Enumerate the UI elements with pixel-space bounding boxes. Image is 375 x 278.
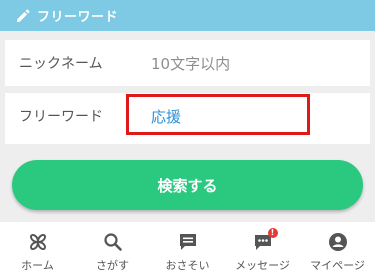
freeword-input[interactable]: 応援 — [151, 106, 181, 127]
tab-message-label: メッセージ — [235, 259, 290, 272]
row-divider — [5, 86, 370, 93]
search-form: ニックネーム 10文字以内 フリーワード 応援 — [5, 40, 370, 144]
user-icon — [328, 233, 347, 251]
search-icon — [103, 233, 122, 251]
tab-home[interactable]: ホーム — [0, 222, 75, 278]
freeword-label: フリーワード — [19, 109, 103, 125]
message-badge: ! — [267, 228, 278, 238]
tab-message[interactable]: ! メッセージ — [225, 222, 300, 278]
home-clover-icon — [29, 234, 46, 250]
tab-home-label: ホーム — [21, 259, 54, 272]
search-button[interactable]: 検索する — [12, 160, 363, 210]
tab-mypage-label: マイページ — [310, 259, 365, 272]
tab-search-label: さがす — [96, 259, 129, 272]
invite-chat-icon — [179, 234, 196, 250]
section-title: フリーワード — [37, 10, 119, 25]
tab-invite[interactable]: おさそい — [150, 222, 225, 278]
pencil-icon — [17, 8, 30, 22]
tab-invite-label: おさそい — [165, 259, 210, 272]
nickname-input[interactable]: 10文字以内 — [151, 53, 230, 74]
tab-mypage[interactable]: マイページ — [300, 222, 375, 278]
section-header: フリーワード — [0, 0, 375, 31]
bottom-tab-bar: ホーム さがす おさそい ! メッセージ マイページ — [0, 222, 375, 278]
nickname-row[interactable]: ニックネーム 10文字以内 — [5, 40, 370, 86]
nickname-label: ニックネーム — [19, 56, 103, 72]
freeword-row[interactable]: フリーワード 応援 — [5, 93, 370, 139]
tab-search[interactable]: さがす — [75, 222, 150, 278]
